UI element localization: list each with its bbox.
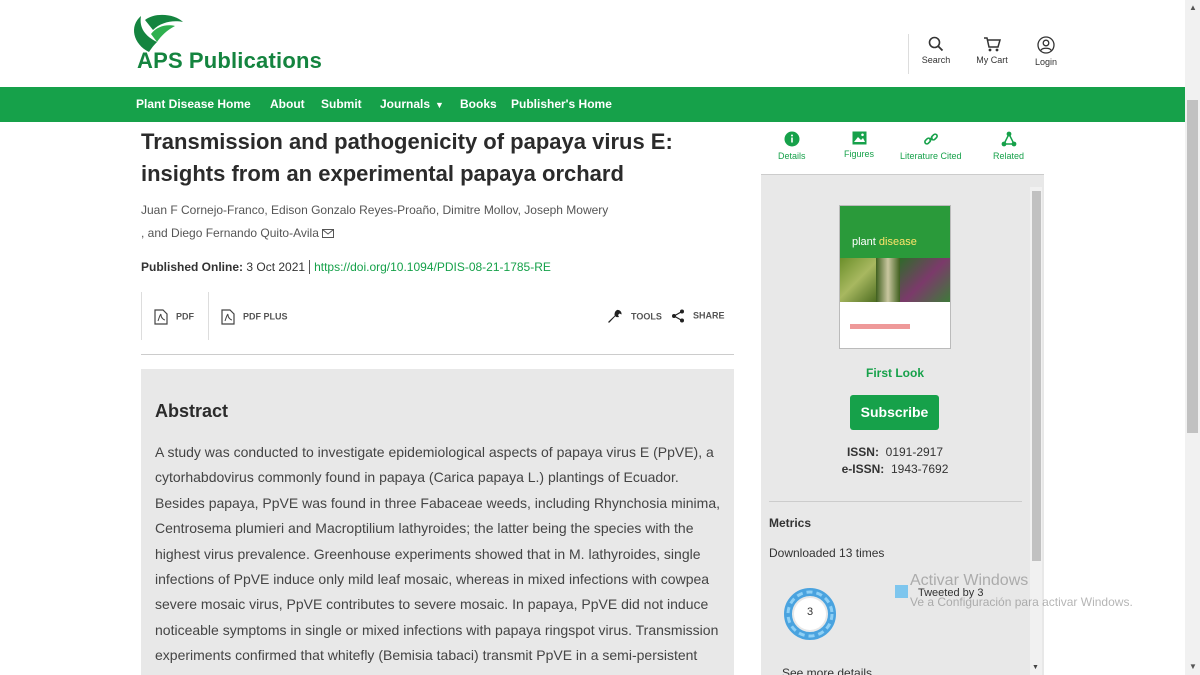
windows-activation-title: Activar Windows: [910, 572, 1029, 589]
twitter-legend-swatch: [895, 585, 908, 598]
scroll-up-arrow-icon[interactable]: ▲: [1189, 3, 1197, 12]
sidebar-tabs: Details Figures Literature Cited Related: [761, 125, 1044, 177]
cart-button[interactable]: My Cart: [962, 36, 1022, 65]
cover-title-plant: plant: [852, 236, 876, 248]
network-icon: [1001, 131, 1016, 147]
authors-line-1[interactable]: Juan F Cornejo-Franco, Edison Gonzalo Re…: [141, 199, 661, 222]
logo-wordmark: APS Publications: [137, 48, 322, 74]
abstract-heading: Abstract: [155, 401, 229, 421]
pdf-plus-label: PDF PLUS: [243, 311, 288, 322]
login-label: Login: [1034, 57, 1058, 67]
cover-image-2: [876, 258, 900, 302]
pdf-label: PDF: [176, 311, 194, 322]
wrench-icon: [608, 309, 622, 323]
envelope-icon[interactable]: [322, 229, 335, 238]
nav-about[interactable]: About: [270, 97, 305, 111]
tab-figures[interactable]: Figures: [844, 131, 874, 159]
scroll-down-arrow-icon[interactable]: ▼: [1189, 662, 1197, 671]
aps-logo[interactable]: APS Publications: [127, 12, 327, 74]
share-icon: [672, 309, 684, 323]
main-nav: Plant Disease Home About Submit Journals…: [0, 87, 1185, 122]
tab-related-label: Related: [993, 151, 1025, 161]
eissn-row: e-ISSN: 1943-7692: [761, 461, 1029, 478]
authors-line-2: , and Diego Fernando Quito-Avila: [141, 222, 661, 245]
cover-image-1: [840, 258, 876, 302]
separator: [309, 260, 311, 274]
issn-value: 0191-2917: [885, 445, 944, 459]
cart-icon: [984, 37, 1001, 52]
cover-title-disease: disease: [878, 236, 917, 248]
tools-button[interactable]: TOOLS: [607, 309, 662, 325]
tab-figures-label: Figures: [844, 149, 875, 159]
cover-footer-strip: [850, 324, 910, 329]
search-label: Search: [921, 55, 951, 65]
sidebar-scrollbar-thumb[interactable]: [1032, 191, 1041, 561]
logo-aps: APS: [137, 48, 183, 73]
nav-journals-label: Journals: [380, 97, 431, 111]
link-icon: [923, 133, 938, 145]
see-more-details-link[interactable]: See more details: [782, 666, 872, 675]
info-icon: [784, 131, 800, 147]
cart-label: My Cart: [976, 55, 1008, 65]
article-title: Transmission and pathogenicity of papaya…: [141, 129, 673, 186]
tab-details-label: Details: [778, 151, 806, 161]
share-button[interactable]: SHARE: [671, 309, 725, 323]
journal-cover[interactable]: plant disease: [839, 205, 951, 349]
page-scrollbar-thumb[interactable]: [1187, 100, 1198, 433]
published-date: 3 Oct 2021: [246, 260, 306, 274]
site-header: APS Publications Search My Cart Login: [0, 0, 1185, 87]
issn-info: ISSN: 0191-2917 e-ISSN: 1943-7692: [761, 444, 1029, 478]
sidebar-divider: [769, 501, 1022, 502]
nav-books[interactable]: Books: [460, 97, 497, 111]
subscribe-button[interactable]: Subscribe: [850, 395, 939, 430]
pdf-plus-button[interactable]: PDF PLUS: [221, 309, 288, 325]
tab-related[interactable]: Related: [993, 131, 1024, 161]
tab-literature-cited-label: Literature Cited: [900, 151, 962, 161]
abstract-text: A study was conducted to investigate epi…: [155, 444, 720, 675]
chevron-down-icon: ▼: [435, 100, 444, 110]
metrics-heading: Metrics: [769, 516, 812, 530]
logo-publications: Publications: [188, 48, 323, 73]
search-button[interactable]: Search: [906, 36, 966, 65]
download-count: Downloaded 13 times: [769, 546, 885, 560]
author-list: Juan F Cornejo-Franco, Edison Gonzalo Re…: [141, 199, 661, 245]
pdf-button[interactable]: PDF: [154, 309, 194, 325]
share-label: SHARE: [693, 310, 725, 321]
publication-info: Published Online: 3 Oct 2021 https://doi.…: [141, 260, 551, 274]
altmetric-badge[interactable]: 3: [781, 585, 839, 643]
authors-line-2-text[interactable]: , and Diego Fernando Quito-Avila: [141, 226, 319, 240]
tab-details[interactable]: Details: [764, 131, 819, 177]
issn-row: ISSN: 0191-2917: [761, 444, 1029, 461]
scroll-down-arrow-icon[interactable]: ▼: [1032, 664, 1039, 671]
image-icon: [852, 131, 866, 145]
page-scrollbar[interactable]: ▲ ▼: [1185, 0, 1200, 675]
nav-journals[interactable]: Journals ▼: [380, 97, 444, 111]
issn-label: ISSN:: [846, 445, 879, 459]
divider: [141, 292, 142, 340]
pdf-icon: [221, 309, 235, 325]
tab-literature-cited[interactable]: Literature Cited: [900, 131, 962, 161]
nav-publishers-home[interactable]: Publisher's Home: [511, 97, 612, 111]
altmetric-score: 3: [806, 606, 814, 618]
pdf-icon: [154, 309, 168, 325]
abstract-section: Abstract A study was conducted to invest…: [141, 369, 734, 675]
cover-band: [840, 206, 950, 258]
published-label: Published Online:: [141, 260, 244, 274]
nav-plant-disease-home[interactable]: Plant Disease Home: [136, 97, 251, 111]
doi-link[interactable]: https://doi.org/10.1094/PDIS-08-21-1785-…: [314, 260, 551, 274]
cover-image-3: [900, 258, 950, 302]
divider: [208, 292, 209, 340]
article-tools-bar: PDF PDF PLUS TOOLS SHARE: [141, 292, 734, 355]
login-button[interactable]: Login: [1016, 36, 1076, 67]
search-icon: [928, 36, 944, 52]
nav-submit[interactable]: Submit: [321, 97, 362, 111]
eissn-value: 1943-7692: [890, 462, 949, 476]
tools-label: TOOLS: [631, 311, 662, 322]
windows-activation-subtitle: Ve a Configuración para activar Windows.: [910, 595, 1133, 609]
eissn-label: e-ISSN:: [841, 462, 885, 476]
cover-title: plant disease: [852, 236, 917, 248]
user-icon: [1037, 36, 1055, 54]
first-look-link[interactable]: First Look: [761, 366, 1029, 380]
